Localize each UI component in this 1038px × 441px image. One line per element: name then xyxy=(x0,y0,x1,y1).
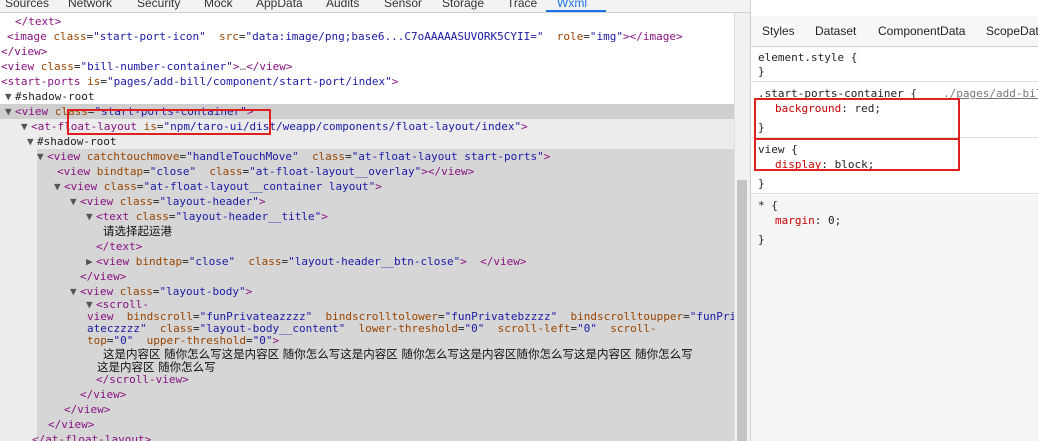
header-title-text: 请选择起运港 xyxy=(103,224,172,238)
rule-close-brace: } xyxy=(758,177,765,190)
tree-line[interactable]: ▼ #shadow-root xyxy=(27,134,116,149)
tree-line[interactable]: </text> xyxy=(96,239,142,254)
tree-line[interactable]: </at-float-layout> xyxy=(32,432,151,441)
tree-scrollbar-thumb[interactable] xyxy=(737,180,747,441)
tree-line[interactable]: </view> xyxy=(1,44,47,59)
wxml-tree-pane[interactable]: </text> <image class="start-port-icon" s… xyxy=(0,13,734,441)
tree-line[interactable]: </view> xyxy=(80,269,126,284)
tab-componentdata[interactable]: ComponentData xyxy=(878,24,965,38)
annotation-highlight-box xyxy=(754,98,960,140)
tree-line[interactable]: ▼ #shadow-root xyxy=(5,89,94,104)
tree-line[interactable]: ▶ <view bindtap="close" class="layout-hea… xyxy=(86,254,527,269)
rule-divider xyxy=(751,81,1038,82)
expand-arrow-icon[interactable]: ▼ xyxy=(86,209,96,224)
tab-sources[interactable]: Sources xyxy=(5,0,49,10)
tree-line[interactable]: <image class="start-port-icon" src="data… xyxy=(7,29,683,44)
tab-network[interactable]: Network xyxy=(68,0,112,10)
css-declaration[interactable]: margin: 0; xyxy=(775,214,841,228)
tree-line[interactable]: </text> xyxy=(15,14,61,29)
expand-arrow-icon[interactable]: ▼ xyxy=(70,194,80,209)
expand-arrow-icon[interactable]: ▼ xyxy=(5,104,15,119)
tree-line[interactable]: </scroll-view> xyxy=(96,372,189,387)
rule-selector[interactable]: * { xyxy=(758,199,778,213)
expand-arrow-icon[interactable]: ▼ xyxy=(5,89,15,104)
tree-line[interactable]: ▼ <view class="layout-header"> xyxy=(70,194,265,209)
annotation-highlight-box xyxy=(67,109,271,135)
tab-audits[interactable]: Audits xyxy=(326,0,359,10)
tab-sensor[interactable]: Sensor xyxy=(384,0,422,10)
styles-tab-bar: Styles Dataset ComponentData ScopeData xyxy=(751,16,1038,47)
tree-line[interactable]: top="0" upper-threshold="0"> xyxy=(87,333,279,348)
tab-storage[interactable]: Storage xyxy=(442,0,484,10)
tree-line[interactable]: ▼ <text class="layout-header__title"> xyxy=(86,209,328,224)
active-tab-indicator xyxy=(546,10,606,12)
tab-dataset[interactable]: Dataset xyxy=(815,24,856,38)
tree-line[interactable]: ▼ <view class="at-float-layout__container… xyxy=(54,179,382,194)
tab-scopedata[interactable]: ScopeData xyxy=(986,24,1038,38)
tab-wxml[interactable]: Wxml xyxy=(557,0,587,10)
tree-line[interactable]: ▼ <view catchtouchmove="handleTouchMove" … xyxy=(37,149,550,164)
expand-arrow-icon[interactable]: ▼ xyxy=(54,179,64,194)
tab-styles[interactable]: Styles xyxy=(762,24,795,38)
tree-line[interactable]: </view> xyxy=(64,402,110,417)
tree-line[interactable]: <start-ports is="pages/add-bill/componen… xyxy=(1,74,398,89)
inherited-rule-shade xyxy=(751,195,1038,441)
tab-mock[interactable]: Mock xyxy=(204,0,233,10)
tab-appdata[interactable]: AppData xyxy=(256,0,303,10)
rule-divider xyxy=(751,193,1038,194)
rule-close-brace: } xyxy=(758,233,765,246)
tab-trace[interactable]: Trace xyxy=(507,0,537,10)
rule-close-brace: } xyxy=(758,65,765,78)
tree-line[interactable]: </view> xyxy=(80,387,126,402)
expand-arrow-icon[interactable]: ▼ xyxy=(27,134,37,149)
annotation-highlight-box xyxy=(754,138,960,171)
styles-pane: Styles Dataset ComponentData ScopeData e… xyxy=(750,0,1038,441)
expand-arrow-icon[interactable]: ▼ xyxy=(21,119,31,134)
devtools-tab-bar: Sources Network Security Mock AppData Au… xyxy=(0,0,750,13)
tree-line[interactable]: <view class="bill-number-container">…</v… xyxy=(1,59,292,74)
element-style-selector[interactable]: element.style { xyxy=(758,51,857,65)
expand-arrow-icon[interactable]: ▼ xyxy=(37,149,47,164)
collapse-arrow-icon[interactable]: ▶ xyxy=(86,254,96,269)
expand-arrow-icon[interactable]: ▼ xyxy=(70,284,80,299)
tree-line[interactable]: </view> xyxy=(48,417,94,432)
tab-security[interactable]: Security xyxy=(137,0,180,10)
tree-line[interactable]: <view bindtap="close" class="at-float-la… xyxy=(57,164,474,179)
